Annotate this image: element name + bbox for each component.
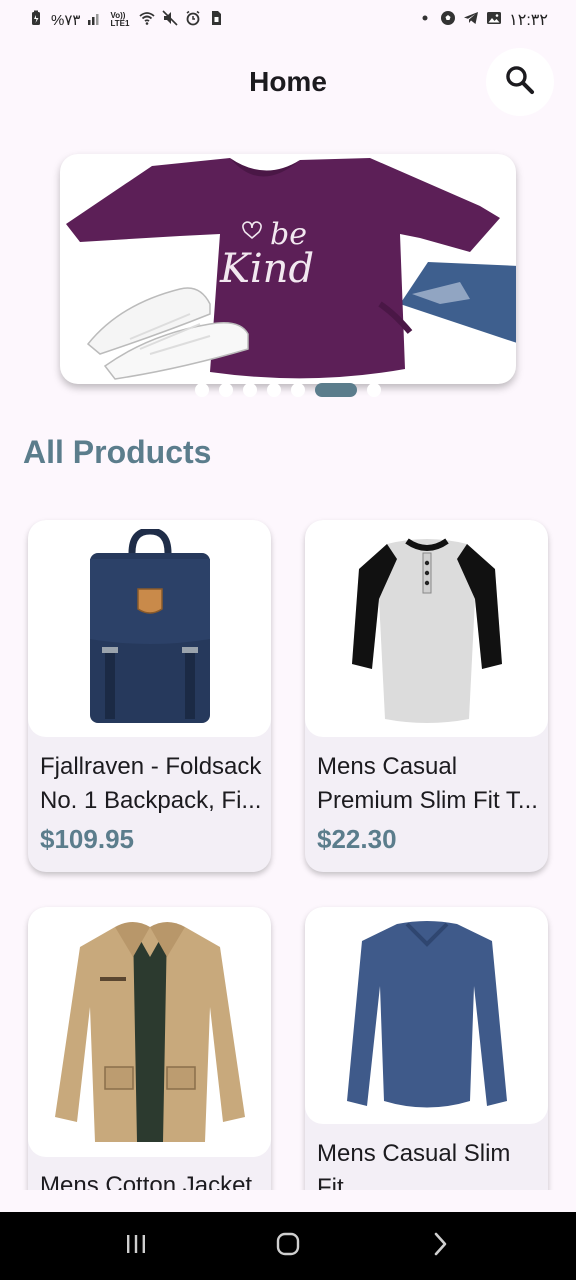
product-name: Mens Cotton Jacket	[40, 1172, 253, 1190]
carousel-dot[interactable]	[195, 383, 209, 397]
carousel-indicator	[0, 382, 576, 398]
volte-indicator: Vo)) LTE1	[110, 11, 130, 28]
product-image[interactable]	[28, 520, 271, 737]
product-price: $22.30	[317, 824, 397, 854]
backpack-icon	[89, 528, 210, 723]
banner-carousel[interactable]: be Kind	[22, 140, 554, 396]
banner-image[interactable]: be Kind	[60, 154, 516, 384]
raglan-shirt-icon	[351, 537, 502, 723]
status-left: %۷۳ Vo)) LTE1	[28, 10, 224, 30]
product-card[interactable]: Mens Casual Premium Slim Fit T... $22.30	[305, 520, 548, 872]
carousel-dot[interactable]	[219, 383, 233, 397]
gallery-icon	[486, 10, 502, 30]
carousel-dot[interactable]	[291, 383, 305, 397]
sim-alert-icon	[208, 10, 224, 30]
battery-percent: %۷۳	[51, 12, 81, 29]
alarm-icon	[185, 10, 201, 30]
product-image[interactable]	[305, 907, 548, 1124]
battery-saver-icon	[28, 10, 44, 30]
product-card[interactable]: Mens Casual Slim Fit	[305, 907, 548, 1190]
product-image[interactable]	[28, 907, 271, 1157]
product-card[interactable]: Mens Cotton Jacket	[28, 907, 271, 1190]
long-sleeve-icon	[346, 920, 507, 1107]
carousel-dot[interactable]	[367, 383, 381, 397]
home-icon[interactable]	[274, 1230, 302, 1263]
product-name: Fjallraven - Foldsack No. 1 Backpack, Fi…	[40, 753, 262, 814]
football-icon	[440, 10, 456, 30]
product-price: $109.95	[40, 824, 134, 854]
system-nav-bar	[0, 1212, 576, 1280]
page-title: Home	[249, 66, 327, 97]
mute-icon	[162, 10, 179, 30]
carousel-dot[interactable]	[267, 383, 281, 397]
carousel-dot[interactable]	[243, 383, 257, 397]
carousel-dot-active[interactable]	[315, 383, 357, 397]
product-image[interactable]	[305, 520, 548, 737]
clock-time: ۱۲:۳۲	[509, 12, 548, 29]
search-button[interactable]	[486, 48, 554, 116]
status-right: ۱۲:۳۲	[417, 10, 548, 30]
app-bar: Home	[0, 44, 576, 120]
search-icon	[503, 63, 537, 102]
notification-dot-icon	[417, 10, 433, 30]
section-title: All Products	[23, 434, 212, 470]
back-icon[interactable]	[426, 1230, 454, 1263]
product-grid[interactable]: Fjallraven - Foldsack No. 1 Backpack, Fi…	[0, 500, 576, 1190]
wifi-icon	[139, 10, 156, 30]
jacket-icon	[54, 922, 245, 1142]
product-name: Mens Casual Premium Slim Fit T...	[317, 753, 538, 814]
recents-icon[interactable]	[122, 1230, 150, 1263]
signal-icon	[87, 10, 103, 30]
telegram-icon	[463, 10, 479, 30]
product-name: Mens Casual Slim Fit	[317, 1140, 511, 1190]
product-card[interactable]: Fjallraven - Foldsack No. 1 Backpack, Fi…	[28, 520, 271, 872]
shirt-text-kind: Kind	[219, 246, 314, 292]
status-bar: %۷۳ Vo)) LTE1 ۱۲:۳۲	[0, 0, 576, 40]
